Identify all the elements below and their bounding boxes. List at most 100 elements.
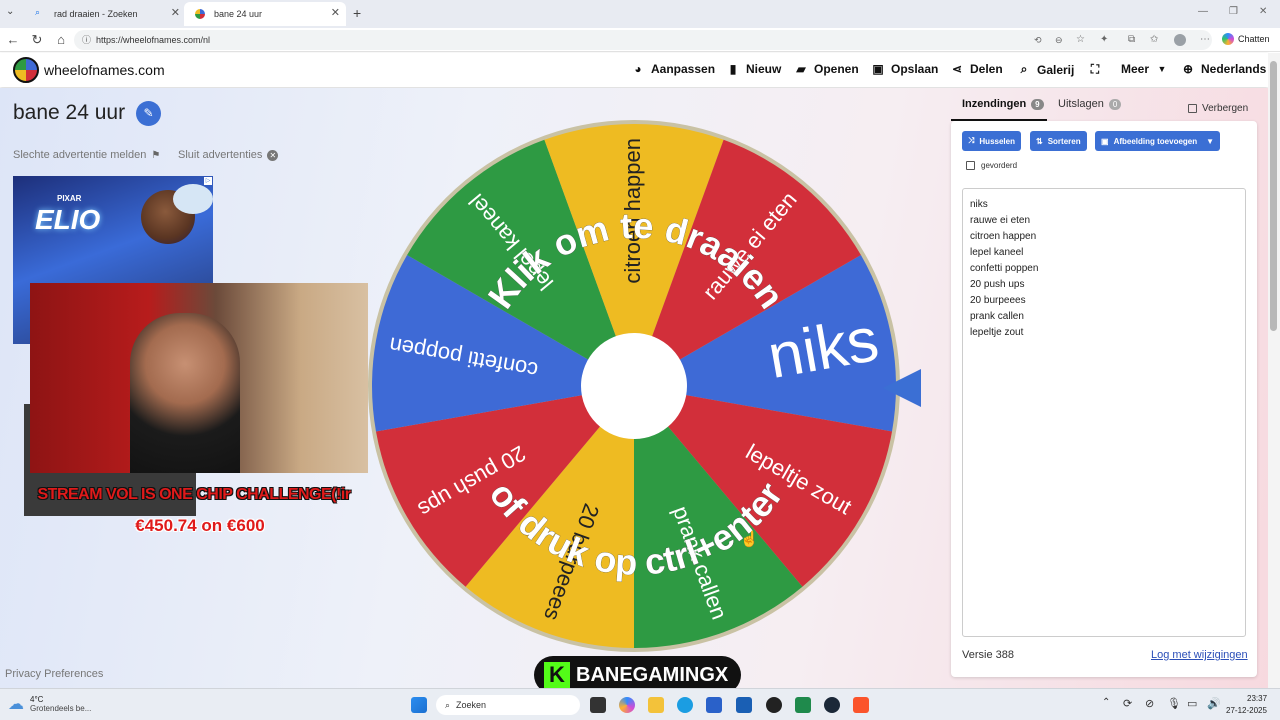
outlook-icon[interactable] xyxy=(736,697,752,713)
wheel-title: bane 24 uur xyxy=(13,101,126,124)
hide-panel-checkbox[interactable]: Verbergen xyxy=(1188,103,1248,114)
image-icon: ▣ xyxy=(1101,136,1109,146)
stream-brand-text: BANEGAMINGX xyxy=(576,663,729,686)
menu-fullscreen[interactable]: ⛶ xyxy=(1089,62,1101,77)
obs-icon[interactable] xyxy=(766,697,782,713)
ad-title: ELIO xyxy=(35,204,101,235)
close-window-icon[interactable]: ✕ xyxy=(1259,6,1267,17)
entry-line: lepeltje zout xyxy=(970,327,1024,338)
translate-icon[interactable]: ⟲ xyxy=(1034,30,1042,50)
folder-icon: ▰ xyxy=(796,62,806,76)
windows-start-icon[interactable] xyxy=(411,697,427,713)
search-icon: ⌕ xyxy=(445,699,451,710)
file-explorer-icon[interactable] xyxy=(648,697,664,713)
extensions-icon[interactable]: ✦ xyxy=(1100,30,1108,50)
results-count-badge: 0 xyxy=(1108,99,1122,110)
report-ad-link[interactable]: Slechte advertentie melden ⚑ xyxy=(13,149,160,161)
edit-title-button[interactable]: ✎ xyxy=(136,101,161,126)
weather-desc: Grotendeels be... xyxy=(30,704,92,713)
menu-share[interactable]: ⋖ Delen xyxy=(951,62,1003,76)
chat-button[interactable]: Chatten xyxy=(1222,33,1270,45)
entry-line: citroen happen xyxy=(970,231,1037,242)
brave-browser-icon[interactable] xyxy=(853,697,869,713)
profile-avatar[interactable] xyxy=(1174,34,1186,46)
copilot-icon[interactable] xyxy=(619,697,635,713)
add-image-button[interactable]: ▣ Afbeelding toevoegen ▼ xyxy=(1095,131,1221,151)
cursor-hand-icon: ☝ xyxy=(740,531,759,548)
site-logo-text[interactable]: wheelofnames.com xyxy=(44,62,165,78)
browser-tab-active[interactable]: bane 24 uur ✕ xyxy=(184,2,346,26)
stream-goal: €450.74 on €600 xyxy=(135,516,265,535)
advanced-checkbox[interactable]: gevorderd xyxy=(966,161,1017,170)
edge-browser-icon[interactable] xyxy=(677,697,693,713)
entries-textarea[interactable]: niks rauwe ei eten citroen happen lepel … xyxy=(962,188,1246,637)
tray-network-icon[interactable]: ▭ xyxy=(1187,697,1197,710)
sort-icon: ⇅ xyxy=(1036,136,1043,146)
chevron-down-icon: ▼ xyxy=(1157,64,1167,74)
tray-mic-icon[interactable]: 🎙 xyxy=(1167,697,1181,710)
reader-icon[interactable]: ⊖ xyxy=(1055,30,1063,50)
clock-time[interactable]: 23:37 xyxy=(1247,694,1267,703)
entry-line: 20 push ups xyxy=(970,279,1025,290)
browser-tabbar: ⌄ ⌕ rad draaien - Zoeken ✕ bane 24 uur ✕… xyxy=(0,0,1280,28)
page-scrollbar[interactable] xyxy=(1268,53,1280,688)
wheel-center[interactable] xyxy=(581,333,687,439)
favorite-star-icon[interactable]: ☆ xyxy=(1076,30,1085,50)
scrollbar-thumb[interactable] xyxy=(1270,61,1277,331)
store-icon[interactable] xyxy=(706,697,722,713)
sort-button[interactable]: ⇅ Sorteren xyxy=(1030,131,1087,151)
menu-gallery[interactable]: ⌕ Galerij xyxy=(1018,62,1075,77)
entry-line: lepel kaneel xyxy=(970,247,1024,258)
tray-chevron-icon[interactable]: ⌃ xyxy=(1102,697,1110,708)
favorites-icon[interactable]: ✩ xyxy=(1150,30,1158,50)
wheel-favicon-icon xyxy=(195,9,205,19)
taskbar-search[interactable]: ⌕ Zoeken xyxy=(436,695,580,715)
search-icon: ⌕ xyxy=(35,7,41,17)
tray-volume-icon[interactable]: 🔊 xyxy=(1207,697,1221,710)
clock-date[interactable]: 27-12-2025 xyxy=(1226,706,1267,715)
more-icon[interactable]: ⋯ xyxy=(1200,30,1210,50)
shuffle-icon: ⤨ xyxy=(968,136,975,145)
address-bar[interactable]: ⓘ https://wheelofnames.com/nl ⟲ ⊖ ☆ ✦ ⧉ … xyxy=(74,30,1212,50)
menu-language[interactable]: ⊕ Nederlands xyxy=(1182,62,1266,76)
new-tab-button[interactable]: + xyxy=(353,5,361,21)
site-logo-icon[interactable] xyxy=(13,57,39,83)
menu-more[interactable]: Meer ▼ xyxy=(1121,62,1168,76)
weather-widget[interactable]: ☁ 4°C Grotendeels be... xyxy=(8,694,91,714)
checkbox-icon xyxy=(966,161,975,170)
browser-tab-search[interactable]: ⌕ rad draaien - Zoeken ✕ xyxy=(24,2,186,26)
tray-network-off-icon[interactable]: ⊘ xyxy=(1145,697,1154,710)
close-tab-icon[interactable]: ✕ xyxy=(331,6,340,19)
menu-new[interactable]: ▮ Nieuw xyxy=(727,62,782,76)
browser-navbar: ← ↻ ⌂ ⓘ https://wheelofnames.com/nl ⟲ ⊖ … xyxy=(0,28,1280,52)
home-icon[interactable]: ⌂ xyxy=(53,32,69,48)
privacy-preferences-link[interactable]: Privacy Preferences xyxy=(5,668,103,680)
steam-icon[interactable] xyxy=(824,697,840,713)
tab-results[interactable]: Uitslagen 0 xyxy=(1058,98,1122,110)
app-icon[interactable] xyxy=(795,697,811,713)
tray-update-icon[interactable]: ⟳ xyxy=(1123,697,1132,710)
reload-icon[interactable]: ↻ xyxy=(29,32,45,48)
fullscreen-icon: ⛶ xyxy=(1090,62,1100,76)
wheel-of-names[interactable]: nikslepeltje zoutprank callen20 burpeees… xyxy=(366,118,906,658)
task-view-icon[interactable] xyxy=(590,697,606,713)
changelog-link[interactable]: Log met wijzigingen xyxy=(1151,649,1248,661)
menu-save[interactable]: ▣ Opslaan xyxy=(872,62,938,76)
entry-line: confetti poppen xyxy=(970,263,1039,274)
tab-entries[interactable]: Inzendingen 9 xyxy=(951,98,1047,121)
shuffle-button[interactable]: ⤨ Husselen xyxy=(962,131,1021,151)
minimize-icon[interactable]: — xyxy=(1198,6,1208,17)
close-ads-link[interactable]: Sluit advertenties ✕ xyxy=(178,149,279,161)
menu-open[interactable]: ▰ Openen xyxy=(795,62,858,76)
site-info-icon[interactable]: ⓘ xyxy=(82,30,91,50)
tab-list-chevron-icon[interactable]: ⌄ xyxy=(6,6,14,17)
ad-info-icon[interactable]: ▷ xyxy=(204,177,212,185)
maximize-icon[interactable]: ❐ xyxy=(1229,6,1238,17)
split-screen-icon[interactable]: ⧉ xyxy=(1128,30,1135,50)
pencil-icon: ✎ xyxy=(143,106,154,120)
menu-customize[interactable]: ◕ Aanpassen xyxy=(632,62,715,76)
search-icon: ⌕ xyxy=(1020,62,1028,76)
back-icon[interactable]: ← xyxy=(5,32,21,48)
url-text: https://wheelofnames.com/nl xyxy=(96,35,211,45)
close-tab-icon[interactable]: ✕ xyxy=(171,6,180,19)
